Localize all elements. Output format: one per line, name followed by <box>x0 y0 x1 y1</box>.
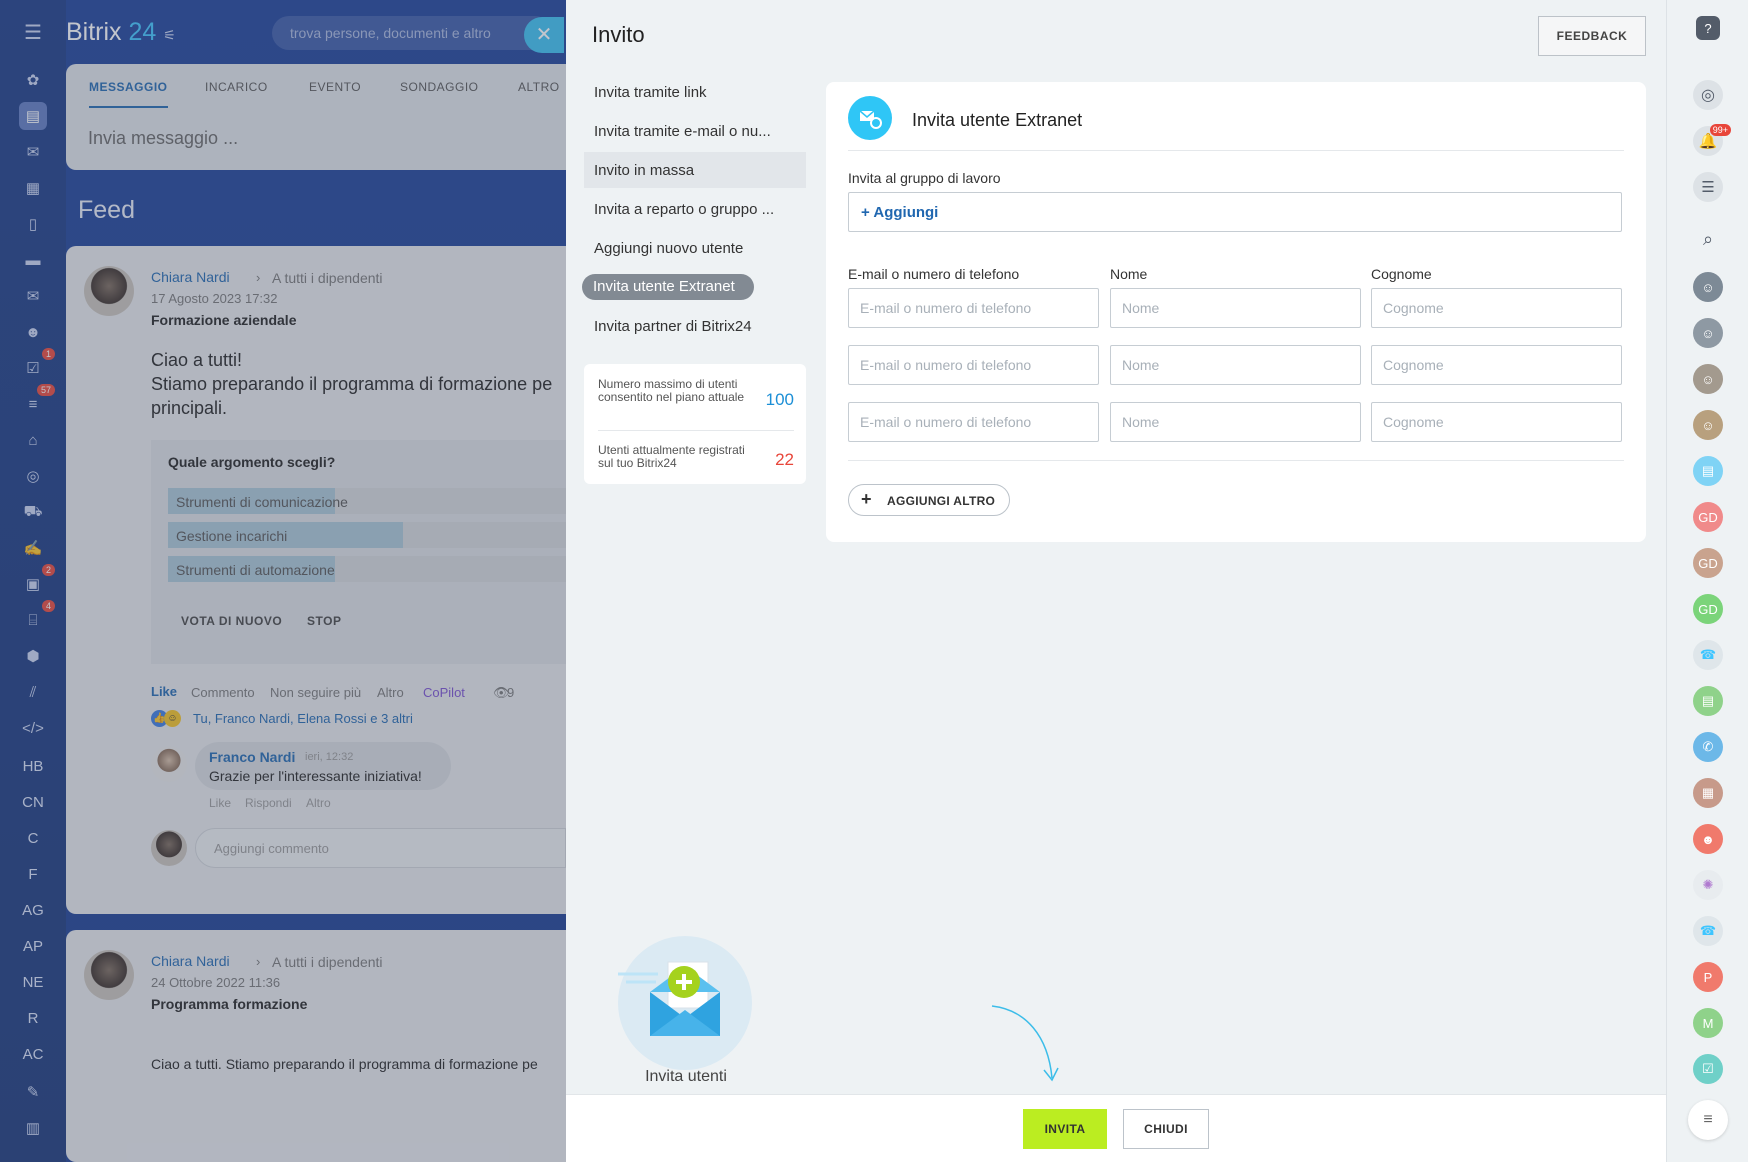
support-icon[interactable]: ☎ <box>1693 640 1723 670</box>
name-field[interactable]: Nome <box>1110 345 1361 385</box>
invite-slider: Invito FEEDBACK Invita tramite link Invi… <box>566 0 1666 1162</box>
right-sidebar: ? ◎ 🔔 99+ ☰ ⌕ ☺ ☺ ☺ ☺ ▤ GD GD GD ☎ ▤ ✆ ▦ … <box>1666 0 1748 1162</box>
add-group-field[interactable]: + Aggiungi <box>848 192 1622 232</box>
contact-avatar[interactable]: ☺ <box>1693 272 1723 302</box>
arrow-hint-icon <box>991 1005 1059 1082</box>
add-more-button[interactable]: + AGGIUNGI ALTRO <box>848 484 1010 516</box>
slider-title: Invito <box>592 22 645 47</box>
email-column-label: E-mail o numero di telefono <box>848 266 1020 282</box>
stats-divider <box>598 430 794 431</box>
document-chat-icon[interactable]: ▤ <box>1693 686 1723 716</box>
invite-users-label: Invita utenti <box>645 1068 727 1085</box>
close-button[interactable]: CHIUDI <box>1123 1109 1209 1149</box>
slider-footer: INVITA CHIUDI <box>566 1094 1666 1162</box>
menu-invite-partner[interactable]: Invita partner di Bitrix24 <box>594 318 752 335</box>
list-menu-icon[interactable]: ≡ <box>1688 1100 1728 1140</box>
group-label: Invita al gruppo di lavoro <box>848 170 1001 186</box>
current-users-label: Utenti attualmente registrati sul tuo Bi… <box>598 443 745 470</box>
name-field[interactable]: Nome <box>1110 288 1361 328</box>
search-icon[interactable]: ⌕ <box>1693 224 1723 254</box>
users-chat-icon[interactable]: ☻ <box>1693 824 1723 854</box>
current-users-value: 22 <box>775 450 794 469</box>
team-chat-icon[interactable]: ✺ <box>1693 870 1723 900</box>
menu-invite-email[interactable]: Invita tramite e-mail o nu... <box>594 123 771 140</box>
form-divider <box>848 460 1624 461</box>
invite-extranet-form: Invita utente Extranet Invita al gruppo … <box>826 82 1646 542</box>
overlay-dim[interactable] <box>0 0 566 1162</box>
contact-avatar-m[interactable]: M <box>1693 1008 1723 1038</box>
max-users-label: Numero massimo di utenti consentito nel … <box>598 377 745 404</box>
contact-avatar-p[interactable]: P <box>1693 962 1723 992</box>
notifications-bell-icon[interactable]: 🔔 99+ <box>1693 124 1731 156</box>
email-field[interactable]: E-mail o numero di telefono <box>848 288 1099 328</box>
email-field[interactable]: E-mail o numero di telefono <box>848 402 1099 442</box>
invite-button[interactable]: INVITA <box>1023 1109 1107 1149</box>
surname-field[interactable]: Cognome <box>1371 288 1622 328</box>
user-stats-card: Numero massimo di utenti consentito nel … <box>584 364 806 484</box>
task-chat-icon[interactable]: ☑ <box>1693 1054 1723 1084</box>
phone-icon[interactable]: ✆ <box>1693 732 1723 762</box>
notifications-badge: 99+ <box>1709 124 1731 136</box>
max-users-value: 100 <box>765 390 794 409</box>
contact-avatar-gd[interactable]: GD <box>1693 502 1723 532</box>
plus-icon: + <box>861 489 872 509</box>
email-field[interactable]: E-mail o numero di telefono <box>848 345 1099 385</box>
contact-avatar[interactable]: ☺ <box>1693 364 1723 394</box>
menu-invite-extranet[interactable]: Invita utente Extranet <box>582 274 754 300</box>
surname-field[interactable]: Cognome <box>1371 345 1622 385</box>
help-icon[interactable]: ? <box>1696 16 1720 40</box>
envelope-plus-icon <box>618 961 720 1036</box>
chat-icon[interactable]: ☰ <box>1693 172 1723 202</box>
extranet-invite-icon <box>848 96 892 140</box>
contact-avatar-gd[interactable]: GD <box>1693 548 1723 578</box>
menu-invite-department[interactable]: Invita a reparto o gruppo ... <box>594 201 774 218</box>
form-title: Invita utente Extranet <box>912 110 1083 130</box>
feedback-button[interactable]: FEEDBACK <box>1538 16 1646 56</box>
form-divider <box>848 150 1624 151</box>
calendar-chat-icon[interactable]: ▦ <box>1693 778 1723 808</box>
menu-invite-link[interactable]: Invita tramite link <box>594 84 707 101</box>
name-field[interactable]: Nome <box>1110 402 1361 442</box>
menu-add-user[interactable]: Aggiungi nuovo utente <box>594 240 743 257</box>
add-more-label: AGGIUNGI ALTRO <box>887 494 996 508</box>
name-column-label: Nome <box>1110 266 1148 282</box>
surname-field[interactable]: Cognome <box>1371 402 1622 442</box>
contact-avatar-gd[interactable]: GD <box>1693 594 1723 624</box>
contact-avatar[interactable]: ☺ <box>1693 318 1723 348</box>
menu-invite-bulk[interactable]: Invito in massa <box>594 162 694 179</box>
group-chat-icon[interactable]: ▤ <box>1693 456 1723 486</box>
surname-column-label: Cognome <box>1371 266 1432 282</box>
copilot-icon[interactable]: ◎ <box>1693 80 1723 110</box>
support-icon[interactable]: ☎ <box>1693 916 1723 946</box>
contact-avatar[interactable]: ☺ <box>1693 410 1723 440</box>
invite-users-illustration <box>618 936 752 1070</box>
